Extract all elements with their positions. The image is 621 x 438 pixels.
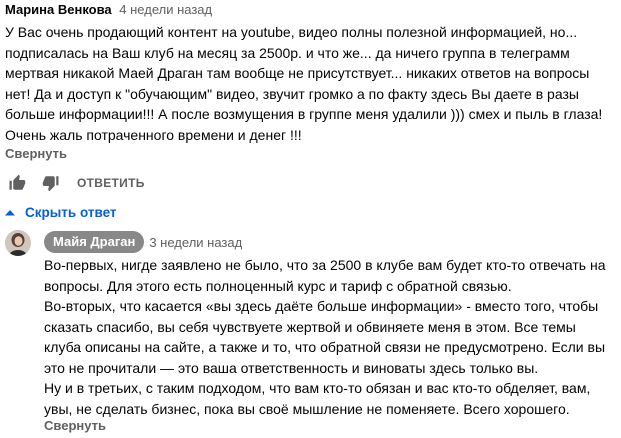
comment-actions: ОТВЕТИТЬ [5, 171, 145, 195]
hide-replies-label: Скрыть ответ [25, 204, 117, 220]
reply-header: Майя Драган 3 недели назад [44, 231, 242, 253]
comment-collapse-button[interactable]: Свернуть [5, 146, 67, 161]
comment-line: У Вас очень продающий контент на youtube… [5, 24, 578, 40]
reply-line: это не прочитали — это ваша ответственно… [44, 359, 539, 376]
comment-line: подписалась на Ваш клуб на месяц за 2500… [5, 44, 570, 61]
comment-line: больше информации!!! А после возмущения … [5, 106, 603, 122]
comment-author[interactable]: Марина Венкова [5, 2, 112, 17]
reply-collapse-button[interactable]: Свернуть [44, 418, 106, 433]
thumb-up-icon[interactable] [5, 171, 29, 195]
reply-line: Во-вторых, что касается «вы здесь даёте … [44, 298, 599, 314]
reply-line: Ну и в третьих, с таким подходом, что ва… [44, 380, 591, 396]
avatar[interactable] [5, 230, 31, 256]
reply-line: клуба описаны на сайте, а также и то, чт… [44, 339, 606, 355]
comment-line: Очень жаль потраченного времени и денег … [5, 126, 302, 143]
chevron-up-icon [3, 200, 17, 224]
reply-timestamp[interactable]: 3 недели назад [149, 235, 242, 250]
reply-line: вопросы. Для этого есть полноценный курс… [44, 277, 512, 294]
hide-replies-button[interactable]: Скрыть ответ [3, 200, 117, 224]
reply-button[interactable]: ОТВЕТИТЬ [77, 176, 145, 190]
reply-line: Во-первых, нигде заявлено не было, что з… [44, 257, 606, 273]
thumb-down-icon[interactable] [39, 171, 63, 195]
comment-timestamp[interactable]: 4 недели назад [119, 2, 212, 17]
reply-text: Во-первых, нигде заявлено не было, что з… [44, 255, 619, 419]
reply-author-badge[interactable]: Майя Драган [44, 231, 145, 253]
reply-line: сказать спасибо, вы себя чувствуете жерт… [44, 318, 576, 335]
comment-line: мертвая никакой Маей Драган там вообще н… [5, 65, 590, 81]
comment-line: нет! Да и доступ к "обучающим" видео, зв… [5, 85, 579, 102]
reply-line: увы, не сделать бизнес, пока вы своё мыш… [44, 400, 570, 417]
comment-header: Марина Венкова 4 недели назад [5, 1, 212, 19]
comment-text: У Вас очень продающий контент на youtube… [5, 22, 617, 145]
